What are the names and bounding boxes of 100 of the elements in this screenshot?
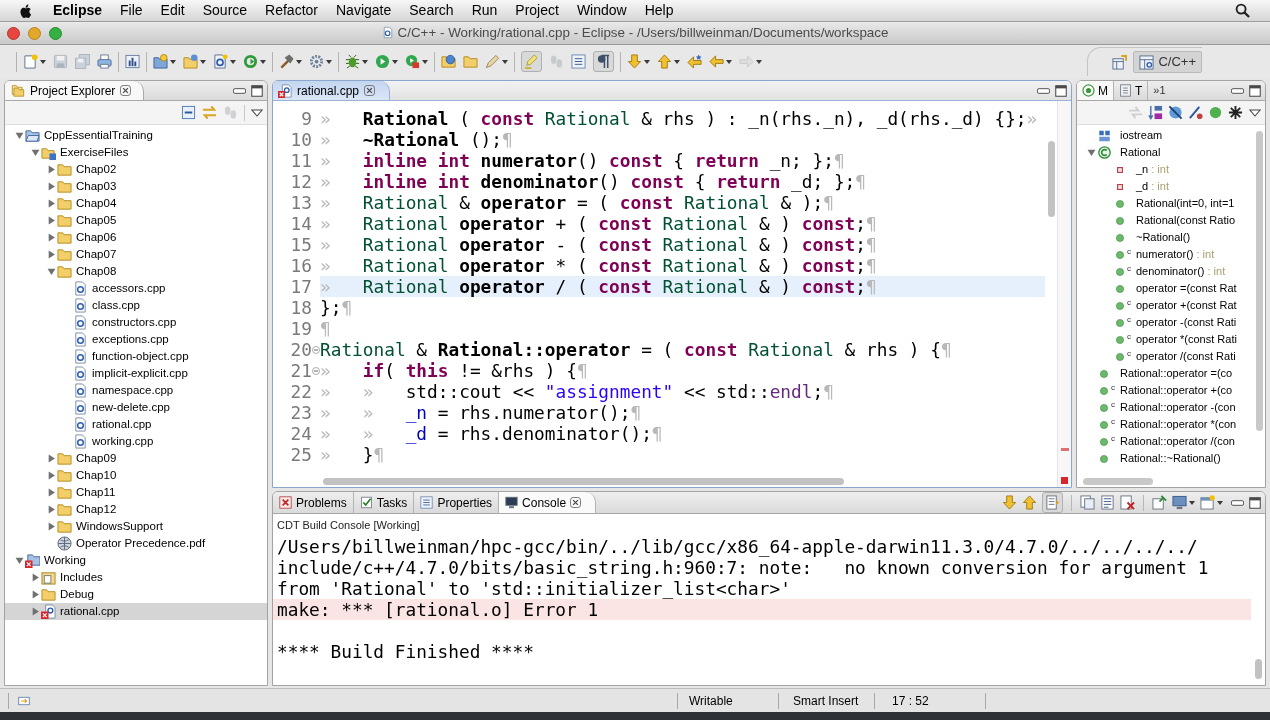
bug-icon[interactable] [345,54,360,69]
caret-icon[interactable] [502,59,508,64]
caret-icon[interactable] [422,59,428,64]
editor-tab[interactable]: rational.cpp [273,81,391,100]
maximize-icon[interactable] [1055,84,1067,97]
tree-item[interactable]: constructors.cpp [5,314,267,331]
list-icon[interactable] [571,54,586,69]
view-tab[interactable]: Console [499,492,597,513]
caret-icon[interactable] [260,59,266,64]
menu-item[interactable]: Project [515,0,559,21]
monitor-icon[interactable] [1172,495,1187,510]
sort-icon[interactable] [1148,105,1163,120]
tree-item[interactable]: rational.cpp [5,416,267,433]
arrow-star-icon[interactable] [687,54,702,69]
tree-item[interactable]: Chap11 [5,484,267,501]
outline-item[interactable]: c operator +(const Rat [1077,297,1253,314]
text-document-icon[interactable] [1100,495,1115,510]
dot-icon[interactable] [1208,105,1223,120]
outline-item[interactable]: ~Rational() [1077,229,1253,246]
arrow-up-icon[interactable] [1022,495,1037,510]
tree-item[interactable]: accessors.cpp [5,280,267,297]
disclosure-triangle-icon[interactable] [30,590,40,599]
maximize-icon[interactable] [251,84,263,97]
caret-icon[interactable] [674,59,680,64]
caret-icon[interactable] [230,59,236,64]
tree-item[interactable]: CppEssentialTraining [5,127,267,144]
more-views-tab[interactable]: »1 [1148,81,1171,100]
disclosure-triangle-icon[interactable] [46,233,56,242]
document-x-icon[interactable] [1120,495,1135,510]
disclosure-triangle-icon[interactable] [46,505,56,514]
outline-item[interactable]: Rational(int=0, int=1 [1077,195,1253,212]
tree-item[interactable]: Chap10 [5,467,267,484]
menu-item[interactable]: Window [576,0,627,21]
search-icon[interactable] [1235,3,1250,18]
outline-item[interactable]: _d : int [1077,178,1253,195]
caret-icon[interactable] [1189,500,1195,505]
caret-icon[interactable] [200,59,206,64]
tree-item[interactable]: Chap04 [5,195,267,212]
outline-item[interactable]: Rational [1077,144,1253,161]
play-toolbox-icon[interactable] [405,54,420,69]
maximize-icon[interactable] [1249,496,1261,509]
disclosure-triangle-icon[interactable] [1086,148,1096,157]
caret-icon[interactable] [362,59,368,64]
tree-item[interactable]: Chap08 [5,263,267,280]
tree-item[interactable]: new-delete.cpp [5,399,267,416]
app-menu[interactable]: Eclipse [53,0,103,21]
view-tab[interactable]: M [1077,81,1114,100]
disclosure-triangle-icon[interactable] [30,148,40,157]
tree-item[interactable]: Chap03 [5,178,267,195]
maximize-icon[interactable] [1249,84,1261,97]
documents-icon[interactable] [1080,495,1095,510]
disclosure-triangle-icon[interactable] [46,199,56,208]
outline-item[interactable]: operator =(const Rat [1077,280,1253,297]
tree-item[interactable]: Includes [5,569,267,586]
printer-icon[interactable] [97,54,112,69]
caret-icon[interactable] [296,59,302,64]
disclosure-triangle-icon[interactable] [46,267,56,276]
caret-icon[interactable] [170,59,176,64]
tree-item[interactable]: WindowsSupport [5,518,267,535]
tree-item[interactable]: Debug [5,586,267,603]
view-tab[interactable]: Tasks [353,492,415,513]
caret-icon[interactable] [326,59,332,64]
tree-item[interactable]: working.cpp [5,433,267,450]
error-mark-icon[interactable] [1060,448,1069,451]
minimize-icon[interactable] [1231,87,1244,94]
tree-item[interactable]: Chap12 [5,501,267,518]
scrollbar-thumb[interactable] [1254,659,1262,679]
close-window-button[interactable] [7,26,20,40]
asterisk-icon[interactable] [1228,105,1243,120]
outline-item[interactable]: _n : int [1077,161,1253,178]
tree-item[interactable]: exceptions.cpp [5,331,267,348]
caret-icon[interactable] [392,59,398,64]
disclosure-triangle-icon[interactable] [46,471,56,480]
outline-item[interactable]: c Rational::operator +(co [1077,382,1253,399]
outline-item[interactable]: c numerator() : int [1077,246,1253,263]
tree-item[interactable]: ExerciseFiles [5,144,267,161]
outline-item[interactable]: iostream [1077,127,1253,144]
caret-icon[interactable] [1217,500,1223,505]
outline-item[interactable]: c Rational::operator /(con [1077,433,1253,450]
outline-item[interactable]: c operator /(const Rati [1077,348,1253,365]
minimize-icon[interactable] [1231,499,1244,506]
minimize-icon[interactable] [233,87,246,94]
caret-icon[interactable] [644,59,650,64]
disclosure-triangle-icon[interactable] [46,216,56,225]
tree-item[interactable]: function-object.cpp [5,348,267,365]
tree-item[interactable]: Chap02 [5,161,267,178]
outline-item[interactable]: c denominator() : int [1077,263,1253,280]
disclosure-triangle-icon[interactable] [14,131,24,140]
minimize-window-button[interactable] [28,26,41,40]
disclosure-triangle-icon[interactable] [30,607,40,616]
close-icon[interactable] [120,85,132,96]
pilcrow-icon[interactable] [593,51,614,72]
close-icon[interactable] [570,497,582,508]
disclosure-triangle-icon[interactable] [46,182,56,191]
tree-item[interactable]: namespace.cpp [5,382,267,399]
hammer-icon[interactable] [279,54,294,69]
menu-item[interactable]: Source [202,0,248,21]
menu-item[interactable]: File [120,0,143,21]
disclosure-triangle-icon[interactable] [46,522,56,531]
tree-item[interactable]: Chap05 [5,212,267,229]
